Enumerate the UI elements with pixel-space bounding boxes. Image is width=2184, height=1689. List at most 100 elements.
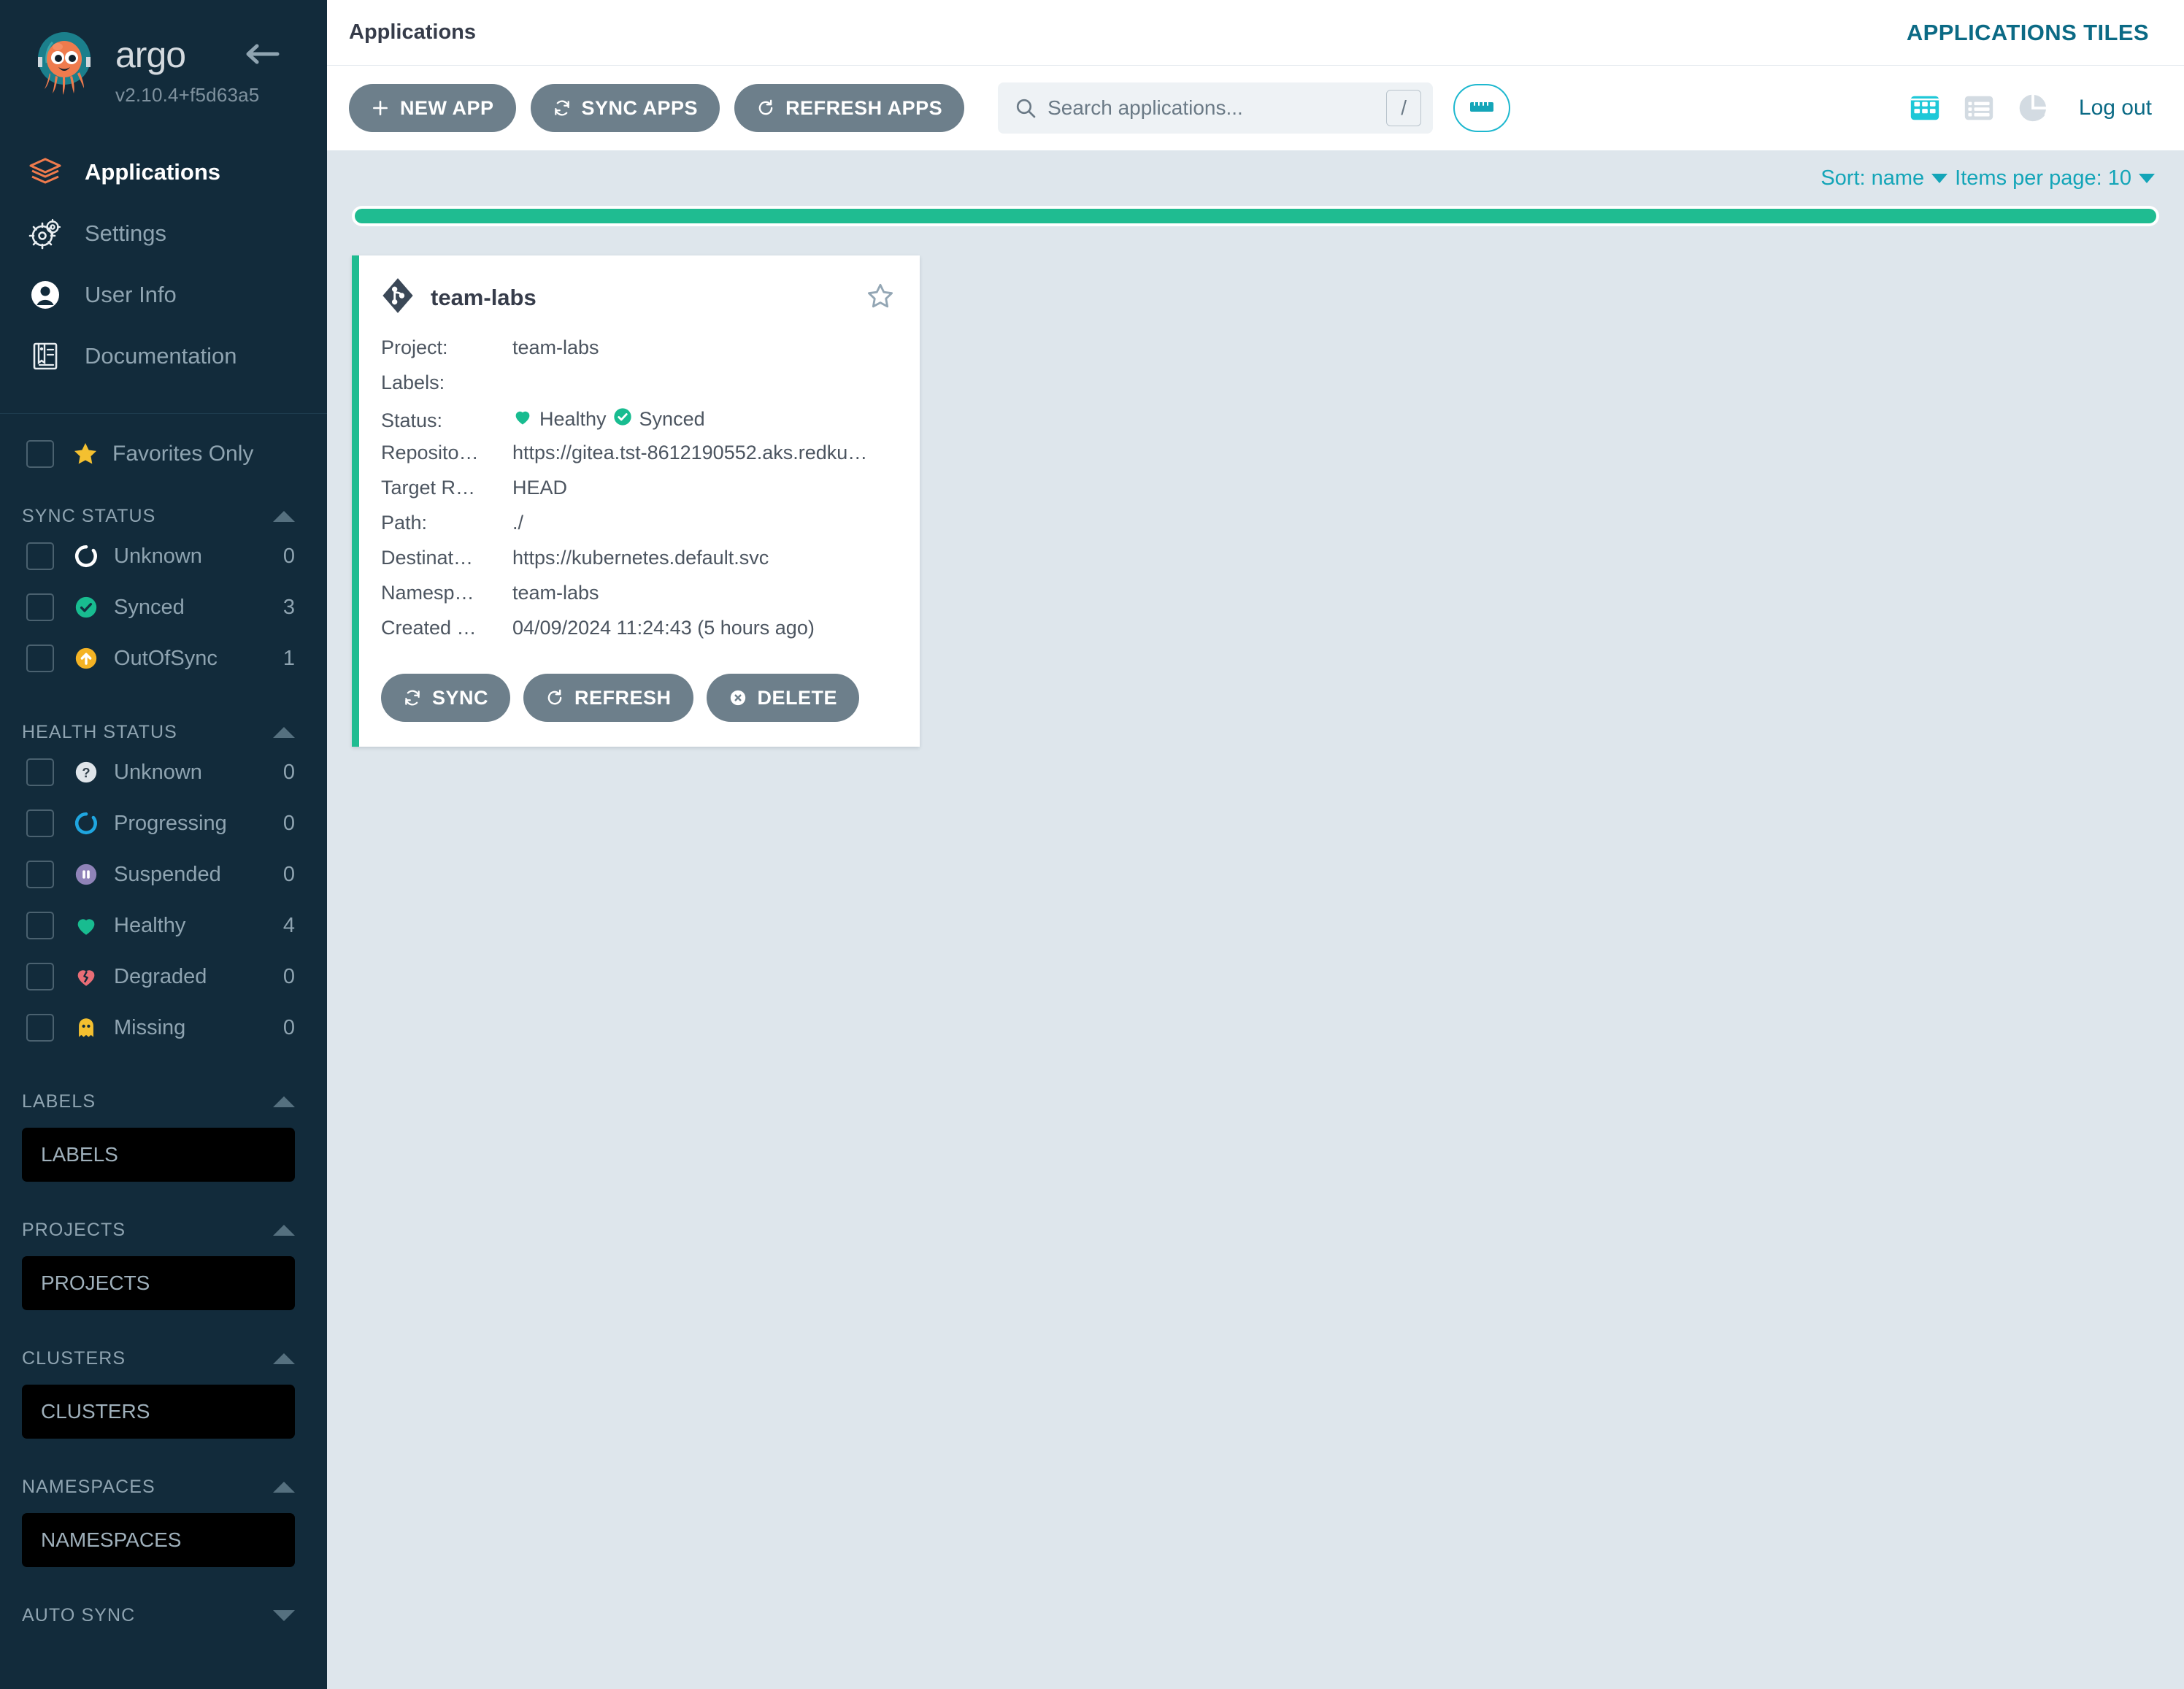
- clusters-input[interactable]: [22, 1385, 295, 1439]
- sync-apps-button[interactable]: SYNC APPS: [531, 84, 720, 132]
- section-auto-sync[interactable]: AUTO SYNC: [0, 1601, 327, 1630]
- namespaces-input[interactable]: [22, 1513, 295, 1567]
- pie-summary-icon[interactable]: [2016, 91, 2050, 125]
- filter-health-missing[interactable]: Missing 0: [0, 1002, 327, 1053]
- filter-sync-outofsync[interactable]: OutOfSync 1: [0, 633, 327, 684]
- plus-icon: [371, 99, 390, 118]
- filter-checkbox[interactable]: [26, 809, 54, 837]
- progress-ring-icon: [72, 811, 101, 836]
- chevron-up-icon[interactable]: [273, 1096, 295, 1107]
- favorites-only-checkbox[interactable]: [26, 440, 54, 468]
- filter-health-degraded[interactable]: Degraded 0: [0, 951, 327, 1002]
- version-label: v2.10.4+f5d63a5: [115, 84, 259, 107]
- filter-checkbox[interactable]: [26, 1014, 54, 1042]
- filter-count: 0: [283, 761, 327, 785]
- chevron-up-icon[interactable]: [273, 1225, 295, 1236]
- filter-count: 0: [283, 545, 327, 569]
- chevron-down-icon[interactable]: [273, 1610, 295, 1621]
- filter-sync-unknown[interactable]: Unknown 0: [0, 531, 327, 582]
- row-key: Status:: [381, 409, 512, 432]
- card-header: team-labs: [381, 277, 895, 318]
- row-key: Target R…: [381, 477, 512, 499]
- section-health-status[interactable]: HEALTH STATUS: [0, 717, 327, 747]
- pause-circle-icon: [72, 862, 101, 887]
- sync-status-badge[interactable]: Synced: [612, 407, 705, 432]
- filter-checkbox[interactable]: [26, 542, 54, 570]
- section-projects[interactable]: PROJECTS: [0, 1215, 327, 1244]
- filter-checkbox[interactable]: [26, 861, 54, 888]
- layers-icon: [28, 155, 69, 190]
- sidebar-item-user-info[interactable]: User Info: [0, 264, 327, 326]
- card-sync-button[interactable]: SYNC: [381, 674, 510, 722]
- section-namespaces[interactable]: NAMESPACES: [0, 1472, 327, 1501]
- section-title: PROJECTS: [22, 1220, 126, 1241]
- applications-tiles: team-labs Project: team-labs Labels:: [352, 255, 2159, 747]
- logout-link[interactable]: Log out: [2079, 96, 2152, 120]
- chevron-up-icon[interactable]: [273, 1353, 295, 1364]
- ghost-icon: [72, 1015, 101, 1040]
- arrow-up-circle-icon: [72, 646, 101, 671]
- filter-health-healthy[interactable]: Healthy 4: [0, 900, 327, 951]
- favorites-only-filter[interactable]: Favorites Only: [0, 414, 327, 468]
- view-switcher: [1908, 91, 2050, 125]
- new-app-label: NEW APP: [400, 97, 494, 120]
- check-circle-icon: [72, 595, 101, 620]
- sidebar-item-settings[interactable]: Settings: [0, 203, 327, 264]
- page-title: APPLICATIONS TILES: [1907, 20, 2149, 46]
- chevron-up-icon[interactable]: [273, 727, 295, 738]
- filter-checkbox[interactable]: [26, 758, 54, 786]
- sidebar-item-applications[interactable]: Applications: [0, 142, 327, 203]
- filter-health-unknown[interactable]: ? Unknown 0: [0, 747, 327, 798]
- filter-health-suspended[interactable]: Suspended 0: [0, 849, 327, 900]
- search-input[interactable]: [1047, 96, 1386, 120]
- projects-input[interactable]: [22, 1256, 295, 1310]
- card-row-namespace: Namesp… team-labs: [381, 582, 895, 617]
- list-view-icon[interactable]: [1962, 91, 1996, 125]
- section-sync-status[interactable]: SYNC STATUS: [0, 501, 327, 531]
- health-status-badge[interactable]: Healthy: [512, 407, 607, 432]
- star-outline-icon[interactable]: [866, 282, 895, 315]
- status-progress-fill: [355, 209, 2156, 223]
- brand-wordmark: argo: [115, 36, 259, 80]
- section-labels[interactable]: LABELS: [0, 1087, 327, 1116]
- card-row-path: Path: ./: [381, 512, 895, 547]
- sidebar-nav: Applications: [0, 142, 327, 387]
- filter-checkbox[interactable]: [26, 963, 54, 990]
- chevron-up-icon[interactable]: [273, 511, 295, 522]
- card-delete-button[interactable]: DELETE: [707, 674, 860, 722]
- application-card[interactable]: team-labs Project: team-labs Labels:: [352, 255, 920, 747]
- row-value: 04/09/2024 11:24:43 (5 hours ago): [512, 617, 815, 639]
- filter-label: Synced: [114, 596, 283, 620]
- favorites-only-label: Favorites Only: [112, 442, 253, 466]
- sidebar-item-documentation[interactable]: Documentation: [0, 326, 327, 387]
- items-per-page-dropdown[interactable]: Items per page: 10: [1955, 166, 2155, 191]
- filter-label: Degraded: [114, 965, 283, 989]
- filter-label: Progressing: [114, 812, 283, 836]
- filter-checkbox[interactable]: [26, 593, 54, 621]
- refresh-apps-button[interactable]: REFRESH APPS: [734, 84, 964, 132]
- topbar: Applications APPLICATIONS TILES: [327, 0, 2184, 66]
- card-row-labels: Labels:: [381, 372, 895, 407]
- application-name: team-labs: [431, 285, 537, 311]
- labels-input[interactable]: [22, 1128, 295, 1182]
- filter-count: 0: [283, 863, 327, 887]
- card-row-repository: Reposito… https://gitea.tst-8612190552.a…: [381, 442, 895, 477]
- breadcrumb[interactable]: Applications: [349, 20, 476, 45]
- keyboard-icon: [1467, 96, 1496, 120]
- arrow-left-icon[interactable]: [242, 39, 282, 69]
- filter-label: Healthy: [114, 914, 283, 938]
- section-clusters[interactable]: CLUSTERS: [0, 1344, 327, 1373]
- filter-checkbox[interactable]: [26, 912, 54, 939]
- filter-checkbox[interactable]: [26, 645, 54, 672]
- filter-sync-synced[interactable]: Synced 3: [0, 582, 327, 633]
- filter-count: 0: [283, 812, 327, 836]
- chevron-up-icon[interactable]: [273, 1482, 295, 1493]
- filter-health-progressing[interactable]: Progressing 0: [0, 798, 327, 849]
- card-refresh-button[interactable]: REFRESH: [523, 674, 693, 722]
- tiles-view-icon[interactable]: [1908, 91, 1942, 125]
- sort-dropdown[interactable]: Sort: name: [1820, 166, 1947, 191]
- new-app-button[interactable]: NEW APP: [349, 84, 516, 132]
- argocd-app: argo v2.10.4+f5d63a5: [0, 0, 2184, 1689]
- keyboard-shortcuts-button[interactable]: [1453, 84, 1510, 132]
- row-value[interactable]: https://gitea.tst-8612190552.aks.redku…: [512, 442, 867, 464]
